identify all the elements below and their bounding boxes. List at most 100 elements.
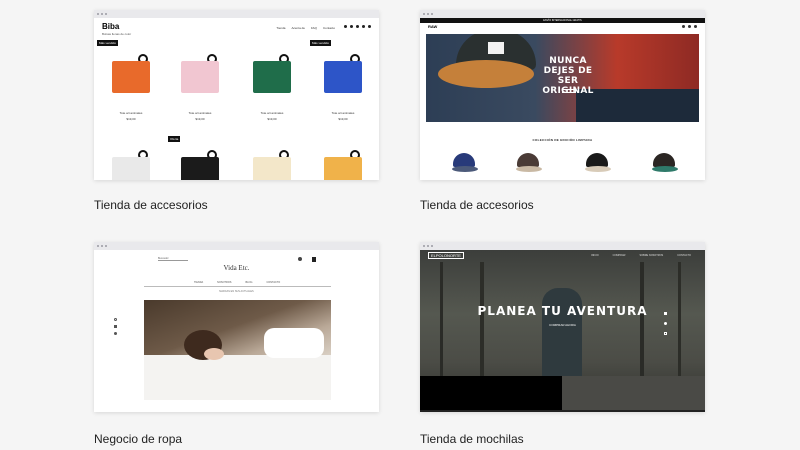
browser-bar [420,10,705,18]
window-dot [105,13,107,15]
preview-biba[interactable]: Biba Bolsas llenas de color Tienda Acerc… [94,10,379,180]
window-dot [105,245,107,247]
hero-image: ELPOLONORTE INICIO COMPRAR SOBRE NOSOTRO… [420,250,705,410]
hero-button[interactable] [562,89,576,93]
site-subtitle: MARCAS EN SUS ACTUALES [219,290,254,293]
badge: Oferta [168,136,181,142]
preview-polo[interactable]: ELPOLONORTE INICIO COMPRAR SOBRE NOSOTRO… [420,242,705,412]
cap-brim-shape [438,60,534,88]
cap-label-patch [488,42,504,54]
product-name: Tote art animales [260,111,284,115]
window-dot [97,13,99,15]
twitter-icon[interactable] [664,322,667,325]
window-dot [427,245,429,247]
nav-item: FAQ [310,26,317,30]
hiker-shape [542,288,582,383]
product-price: $19,00 [267,117,277,121]
product-image [253,61,291,93]
user-icon[interactable] [298,257,302,261]
nav-item[interactable]: BLOG [245,281,252,284]
cap-product-image [583,153,613,173]
hero-photo [144,300,331,400]
divider [144,286,331,287]
header-icons [667,25,697,28]
cap-product-image [514,153,544,173]
social-icon[interactable] [114,332,117,335]
announcement-bar: ENVÍO INTERNACIONAL GRATIS [420,18,705,23]
instagram-icon[interactable] [664,332,667,335]
product-image [324,61,362,93]
template-card-biba[interactable]: Biba Bolsas llenas de color Tienda Acerc… [94,10,379,220]
nav-item[interactable]: INICIO [591,254,599,257]
browser-bar [94,242,379,250]
product-price: $19,00 [338,117,348,121]
product-image [112,61,150,93]
social-icons [344,25,371,28]
search-input[interactable]: Buscador [158,257,188,261]
product-image [181,61,219,93]
collection-label: COLECCIÓN DE EDICIÓN LIMITADA [532,138,593,142]
preview-vida[interactable]: Buscador Vida Etc. TIENDA NOSOTROS BLOG … [94,242,379,412]
hero-title: PLANEA TU AVENTURA [477,304,648,318]
template-caption[interactable]: Tienda de mochilas [420,432,524,446]
cap-product-image [650,153,680,173]
template-card-caps[interactable]: ENVÍO INTERNACIONAL GRATIS RAW NUNCA DEJ… [420,10,705,220]
browser-bar [94,10,379,18]
site-nav: Tienda Acerca de FAQ Contacto [276,26,335,30]
site-title: Vida Etc. [223,264,250,272]
template-caption[interactable]: Tienda de accesorios [94,198,208,212]
window-dot [431,13,433,15]
face-shape [204,348,224,360]
nav-item[interactable]: CONTACTO [266,281,280,284]
cart-icon[interactable] [312,257,316,262]
nav-item: Contacto [322,26,335,30]
site-logo: ELPOLONORTE [428,252,464,259]
window-dot [431,245,433,247]
product-image [253,157,291,180]
nav-item[interactable]: CONTACTO [677,254,691,257]
site-nav: TIENDA NOSOTROS BLOG CONTACTO [194,281,280,284]
nav-item[interactable]: SOBRE NOSOTROS [639,254,663,257]
facebook-icon[interactable] [664,312,667,315]
window-dot [101,13,103,15]
window-dot [101,245,103,247]
nav-item[interactable]: NOSOTROS [217,281,231,284]
tree-shape [480,262,484,382]
nav-item: Tienda [276,26,286,30]
product-image [112,157,150,180]
product-name: Tote art animales [119,111,143,115]
product-image [181,157,219,180]
site-nav: INICIO COMPRAR SOBRE NOSOTROS CONTACTO [591,254,691,257]
badge: Más vendido [310,40,332,46]
template-card-polo[interactable]: ELPOLONORTE INICIO COMPRAR SOBRE NOSOTRO… [420,242,705,450]
product-name: Tote art animales [331,111,355,115]
product-image [324,157,362,180]
template-card-vida[interactable]: Buscador Vida Etc. TIENDA NOSOTROS BLOG … [94,242,379,450]
site-logo: RAW [428,24,438,29]
social-icon[interactable] [114,318,117,321]
badge: Más vendido [97,40,119,46]
site-tagline: Bolsas llenas de color [102,32,132,36]
nav-item[interactable]: TIENDA [194,281,203,284]
cap-product-image [450,153,480,173]
browser-bar [420,242,705,250]
window-dot [97,245,99,247]
window-dot [423,245,425,247]
social-icon[interactable] [114,325,117,328]
site-logo: Biba [102,22,120,31]
tree-shape [440,262,443,382]
nav-item: Acerca de [291,26,305,30]
tree-shape [678,262,681,382]
nav-item[interactable]: COMPRAR [613,254,626,257]
product-name: Tote art animales [188,111,212,115]
pillow-shape [264,328,324,358]
gallery-image [562,376,705,410]
window-dot [423,13,425,15]
hero-cta[interactable]: COMPRAR AHORA [420,323,705,327]
preview-caps[interactable]: ENVÍO INTERNACIONAL GRATIS RAW NUNCA DEJ… [420,10,705,180]
video-block [420,376,562,410]
template-caption[interactable]: Negocio de ropa [94,432,182,446]
hero-image: NUNCA DEJES DE SER ORIGINAL [426,34,699,122]
bed-sheet-shape [144,355,331,400]
template-caption[interactable]: Tienda de accesorios [420,198,534,212]
